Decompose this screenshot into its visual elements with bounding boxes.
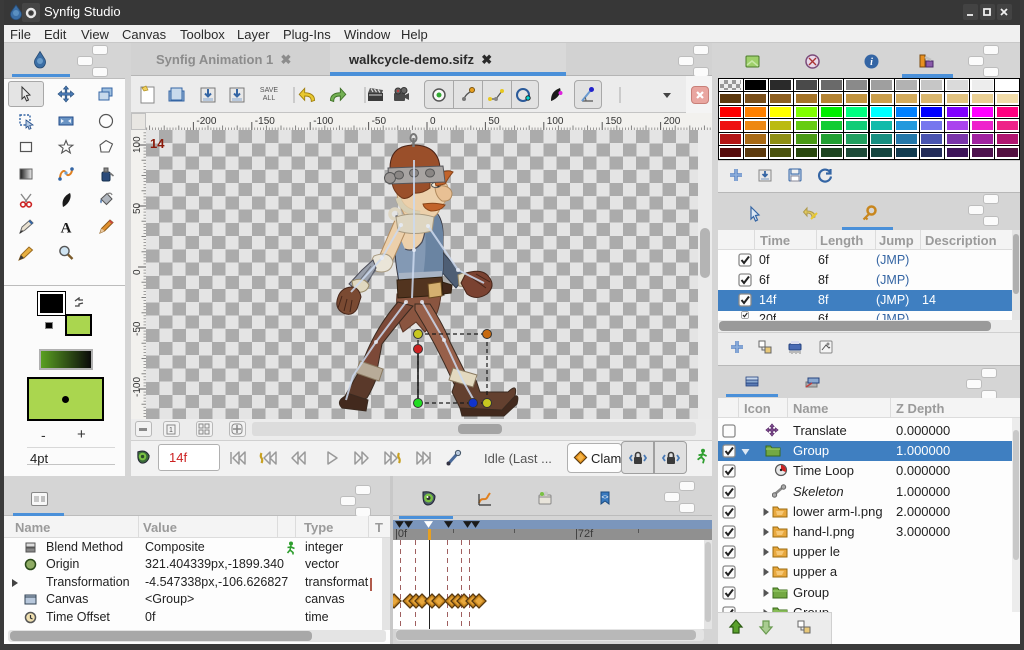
svg-text:-50: -50 [372,116,387,127]
svg-text:i: i [870,57,873,68]
svg-text:100: 100 [547,116,564,127]
svg-text:-50: -50 [132,321,143,336]
svg-text:100: 100 [132,136,143,153]
svg-text:0: 0 [430,116,436,127]
svg-text:-100: -100 [313,116,333,127]
svg-text:1: 1 [169,427,173,434]
svg-text:-150: -150 [255,116,275,127]
svg-text:0: 0 [132,269,143,275]
svg-text:150: 150 [605,116,622,127]
svg-text:<>: <> [601,495,609,501]
svg-text:50: 50 [488,116,500,127]
svg-text:-200: -200 [196,116,216,127]
svg-text:50: 50 [132,202,143,214]
svg-text:-100: -100 [132,377,143,397]
svg-text:200: 200 [664,116,681,127]
svg-text:A: A [61,220,72,236]
